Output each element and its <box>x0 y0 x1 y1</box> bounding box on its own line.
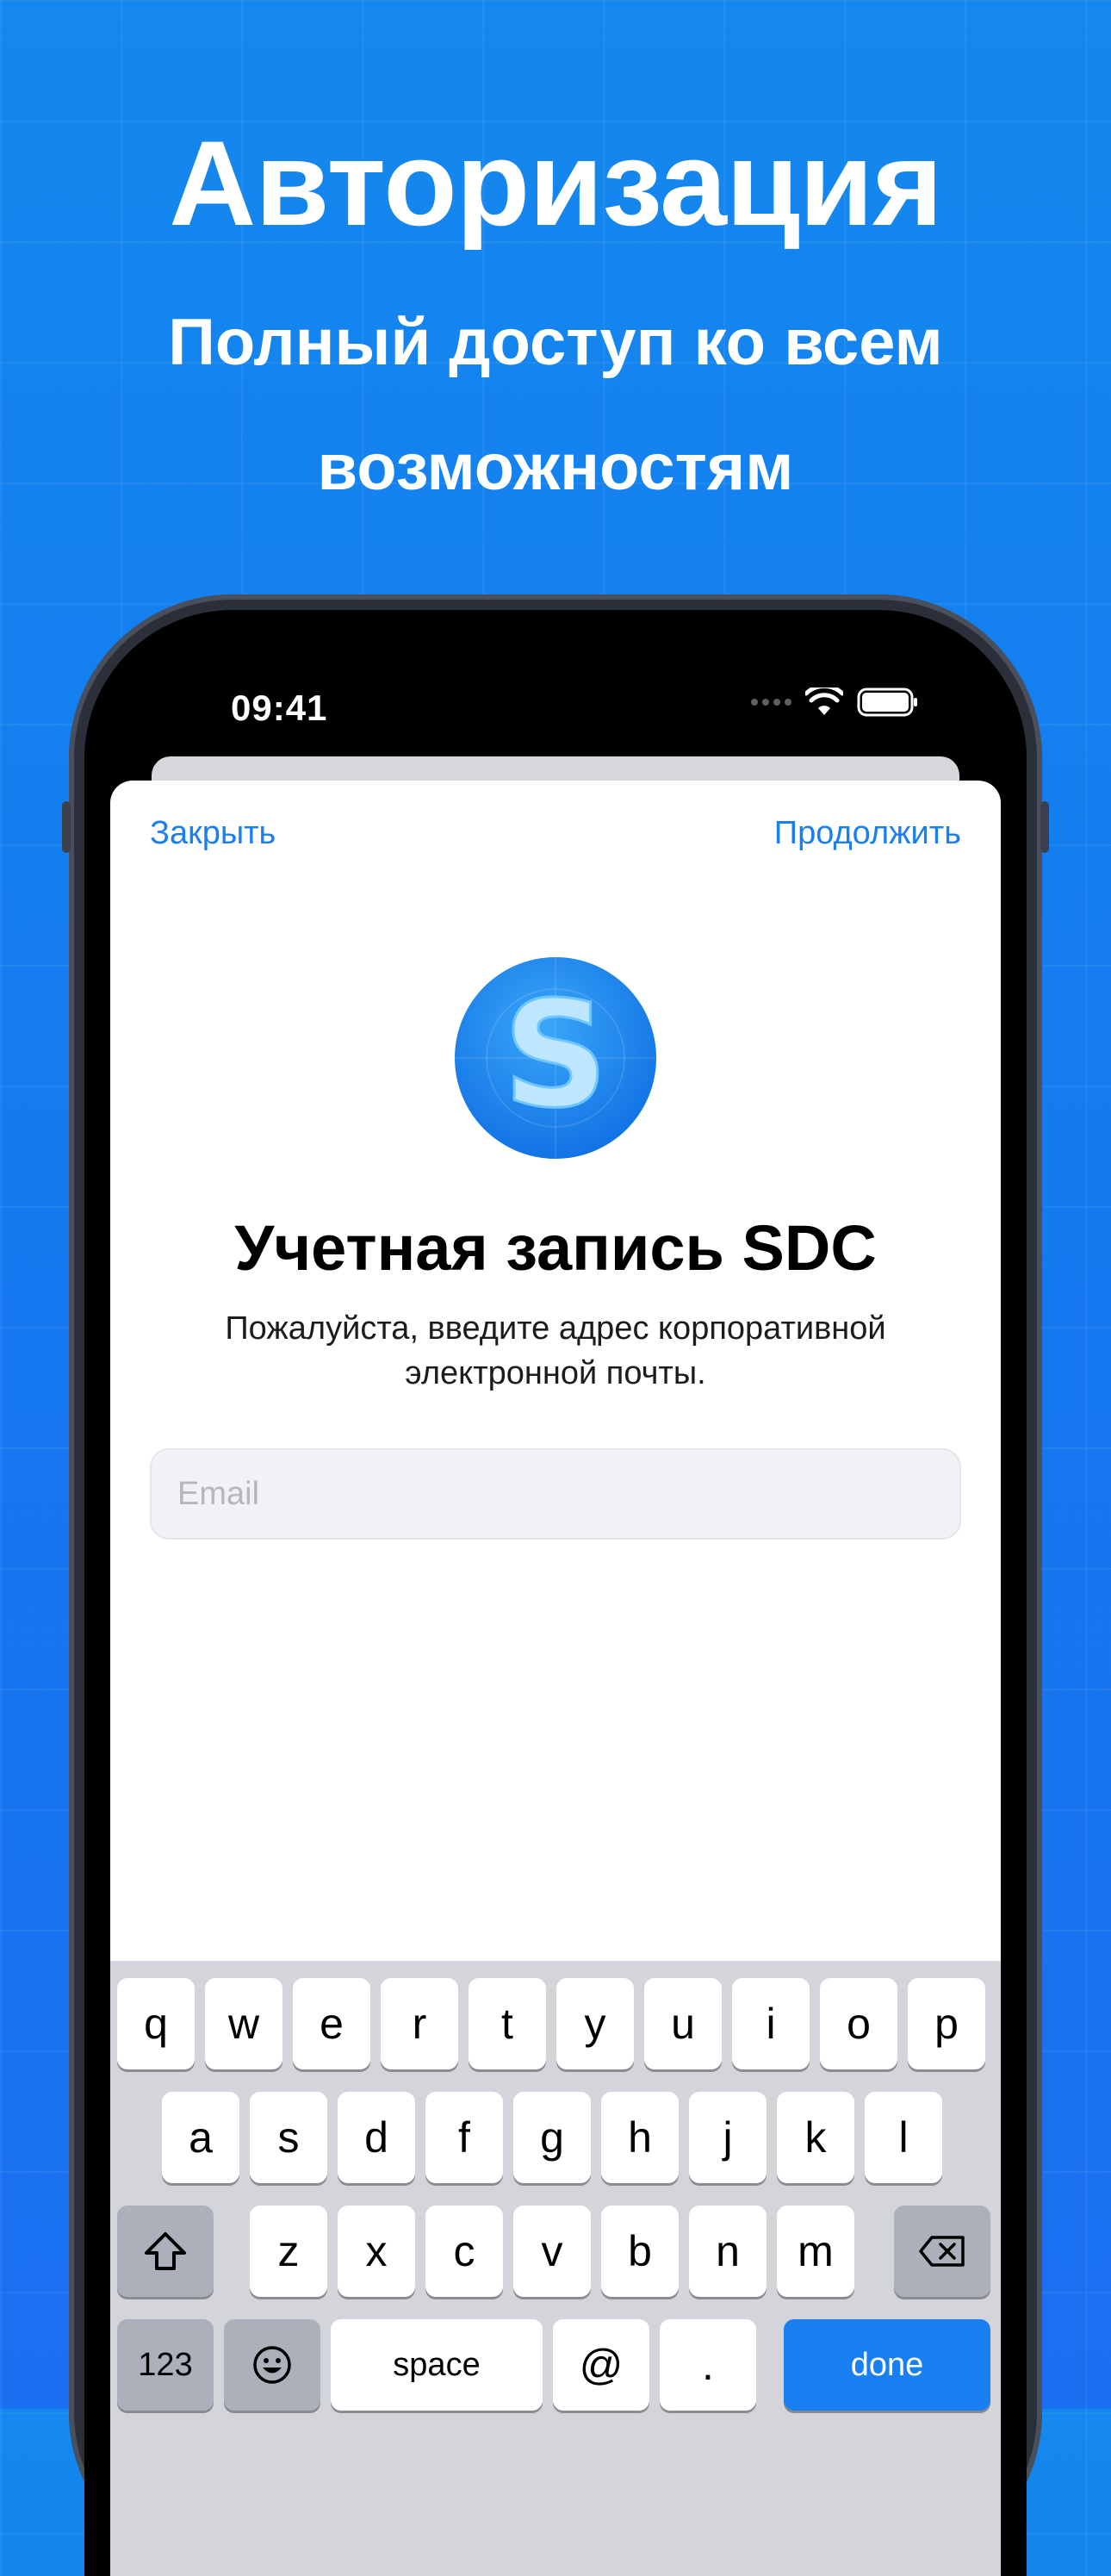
key-z[interactable]: z <box>250 2206 327 2297</box>
logo-letter: S <box>503 970 608 1141</box>
battery-icon <box>857 688 917 717</box>
numbers-key[interactable]: 123 <box>117 2319 214 2411</box>
phone-frame: 09:41 Закрыть Продолжить S Учетная запис… <box>62 594 1049 2576</box>
key-n[interactable]: n <box>689 2206 767 2297</box>
volume-up-button <box>62 801 71 853</box>
app-logo-icon: S <box>455 957 656 1159</box>
close-button[interactable]: Закрыть <box>150 815 276 852</box>
signal-icon <box>751 699 791 706</box>
key-o[interactable]: o <box>820 1978 897 2069</box>
status-time: 09:41 <box>231 688 328 728</box>
key-v[interactable]: v <box>513 2206 591 2297</box>
emoji-icon <box>253 2346 291 2384</box>
promo-headline: Авторизация <box>169 115 943 251</box>
key-r[interactable]: r <box>381 1978 458 2069</box>
key-k[interactable]: k <box>777 2092 854 2183</box>
key-w[interactable]: w <box>205 1978 282 2069</box>
key-s[interactable]: s <box>250 2092 327 2183</box>
wifi-icon <box>805 688 843 715</box>
key-y[interactable]: y <box>556 1978 634 2069</box>
key-a[interactable]: a <box>162 2092 239 2183</box>
phone-screen: 09:41 Закрыть Продолжить S Учетная запис… <box>84 610 1027 2576</box>
key-e[interactable]: e <box>293 1978 370 2069</box>
key-g[interactable]: g <box>513 2092 591 2183</box>
key-d[interactable]: d <box>338 2092 415 2183</box>
key-i[interactable]: i <box>732 1978 810 2069</box>
status-icons <box>751 688 919 717</box>
page-subtitle: Пожалуйста, введите адрес корпоративной … <box>225 1310 886 1391</box>
key-u[interactable]: u <box>644 1978 722 2069</box>
space-key[interactable]: space <box>331 2319 543 2411</box>
volume-down-button <box>1040 801 1049 853</box>
key-p[interactable]: p <box>908 1978 985 2069</box>
key-j[interactable]: j <box>689 2092 767 2183</box>
page-title: Учетная запись SDC <box>234 1212 877 1284</box>
key-l[interactable]: l <box>865 2092 942 2183</box>
continue-button[interactable]: Продолжить <box>774 815 961 852</box>
key-q[interactable]: q <box>117 1978 195 2069</box>
dot-key[interactable]: . <box>660 2319 756 2411</box>
key-b[interactable]: b <box>601 2206 679 2297</box>
emoji-key[interactable] <box>224 2319 320 2411</box>
key-f[interactable]: f <box>425 2092 503 2183</box>
key-m[interactable]: m <box>777 2206 854 2297</box>
done-key[interactable]: done <box>784 2319 990 2411</box>
key-x[interactable]: x <box>338 2206 415 2297</box>
shift-icon <box>145 2232 186 2270</box>
promo-subheadline: Полный доступ ко всем возможностям <box>168 306 943 504</box>
keyboard: q w e r t y u i o p a s d f g h j k l z … <box>110 1961 1001 2576</box>
delete-icon <box>919 2236 965 2267</box>
key-h[interactable]: h <box>601 2092 679 2183</box>
shift-key[interactable] <box>117 2206 214 2297</box>
delete-key[interactable] <box>894 2206 990 2297</box>
login-sheet: Закрыть Продолжить S Учетная запись SDC … <box>110 781 1001 2576</box>
key-t[interactable]: t <box>469 1978 546 2069</box>
key-c[interactable]: c <box>425 2206 503 2297</box>
at-key[interactable]: @ <box>553 2319 649 2411</box>
email-field[interactable] <box>150 1448 961 1540</box>
